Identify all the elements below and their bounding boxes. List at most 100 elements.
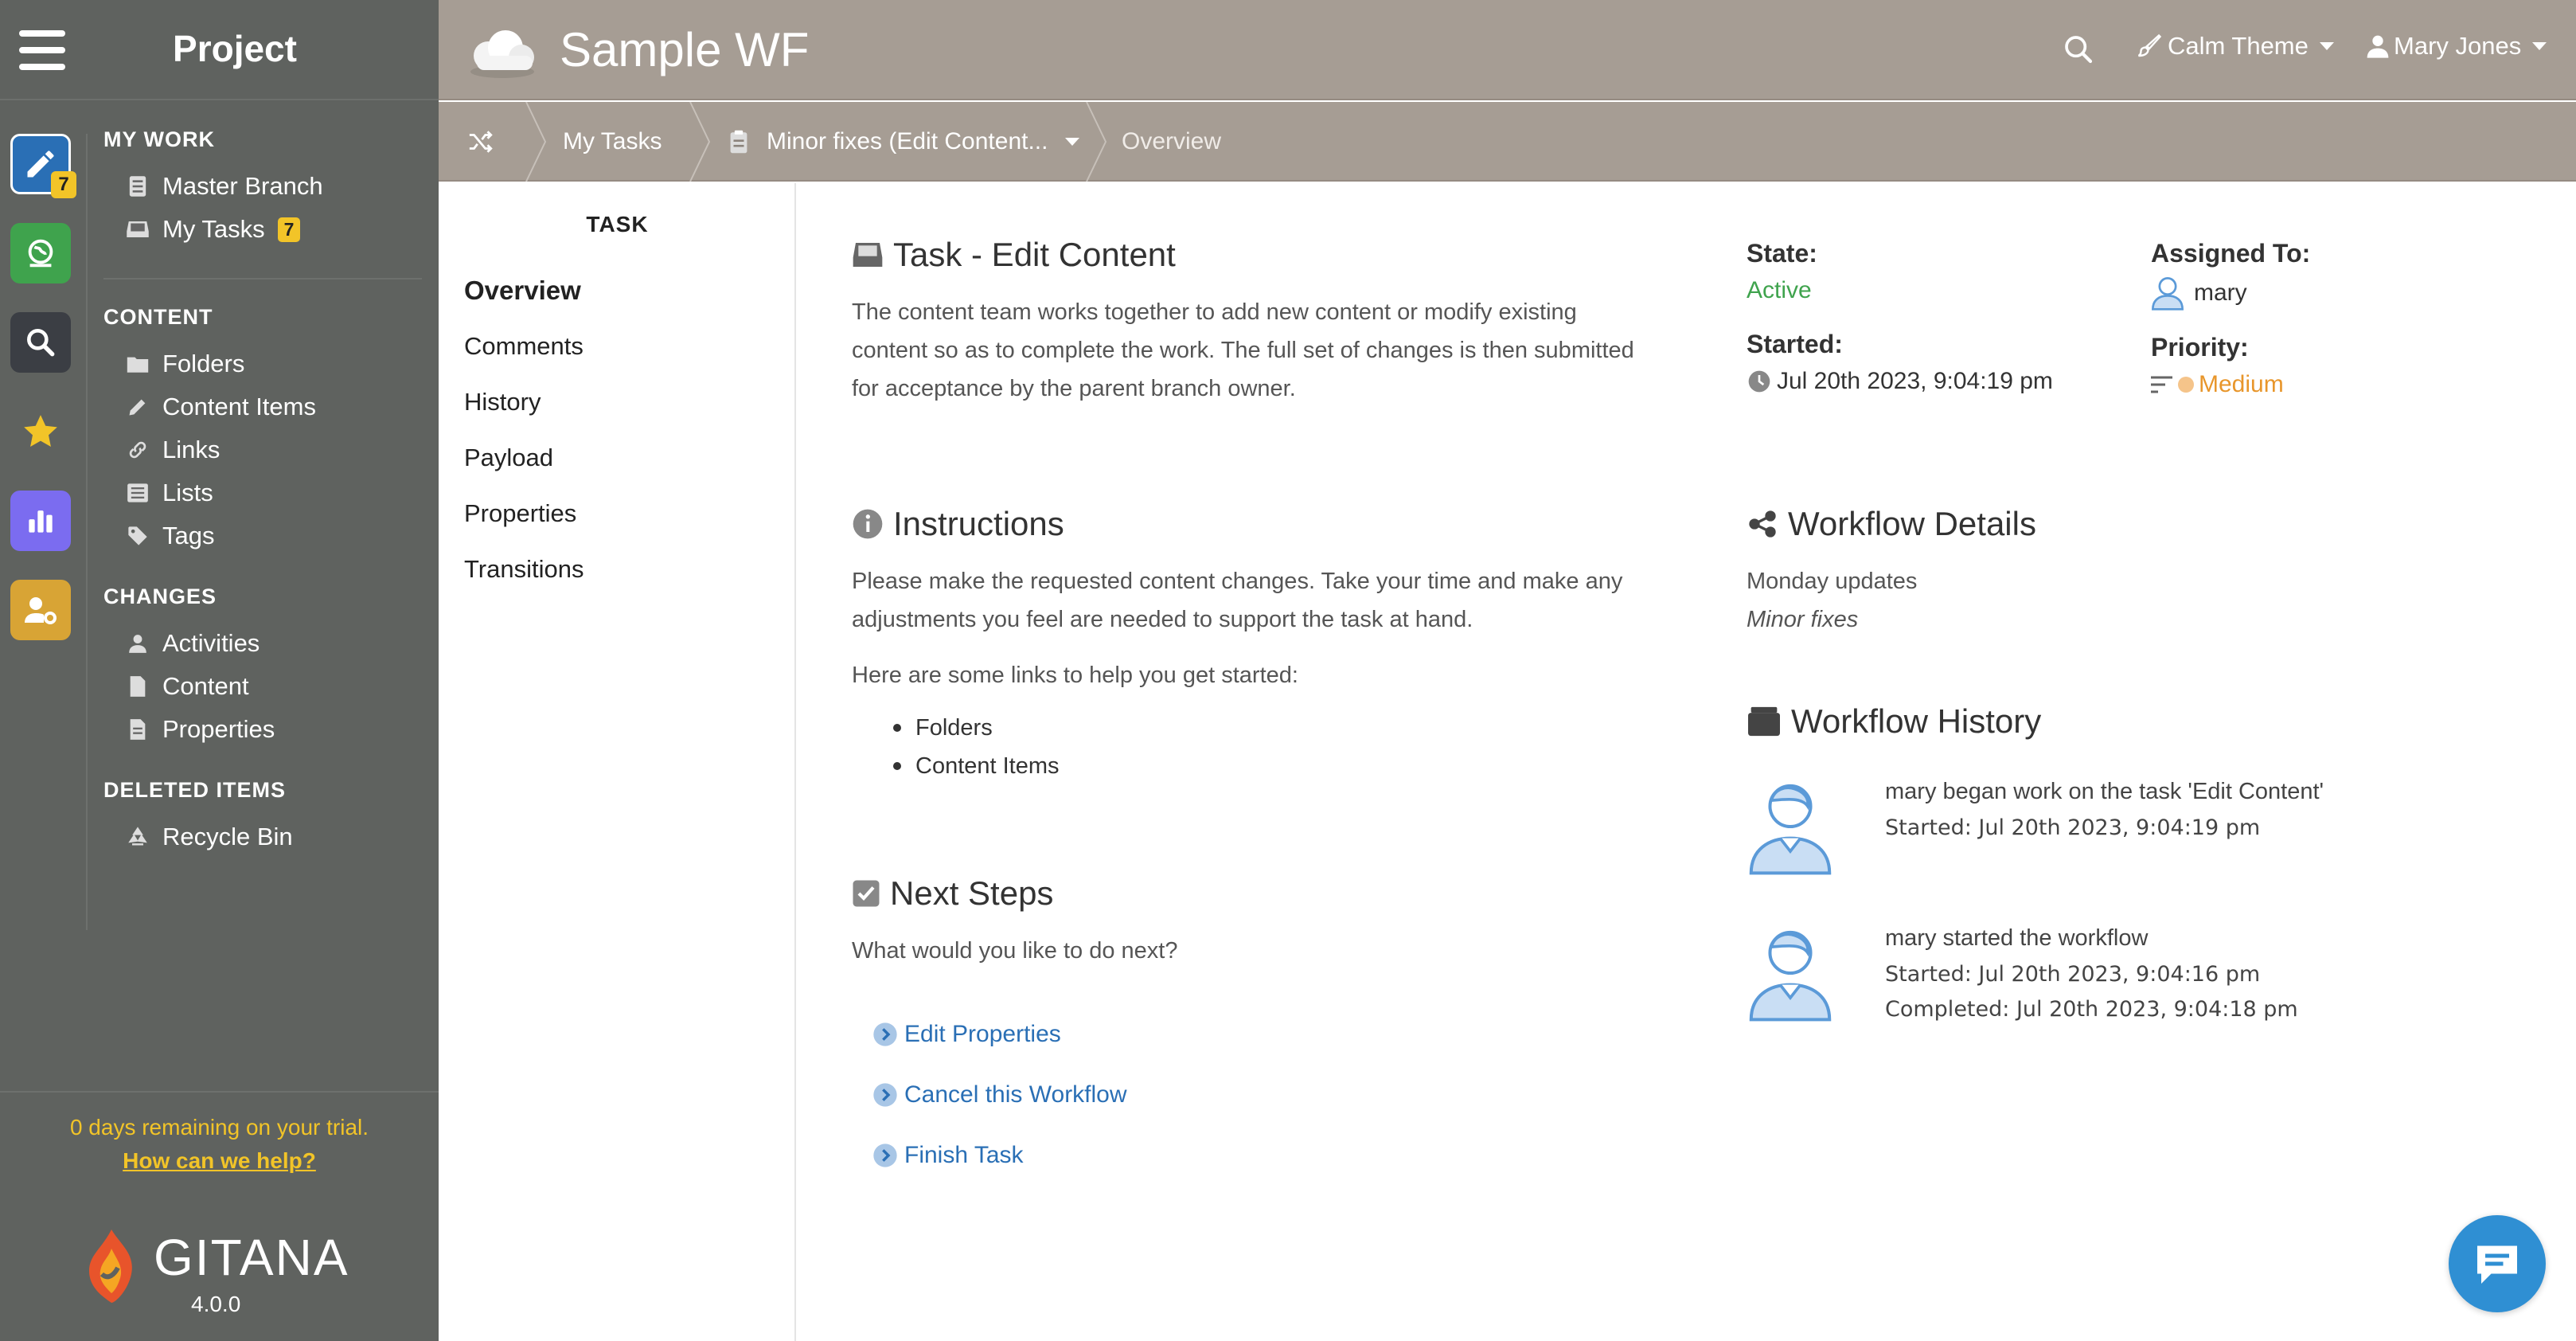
pencil-icon — [124, 393, 151, 420]
breadcrumb-my-tasks[interactable]: My Tasks — [563, 102, 662, 182]
tab-properties[interactable]: Properties — [464, 486, 584, 541]
assigned-value: mary — [2151, 276, 2247, 311]
tab-history[interactable]: History — [464, 374, 584, 430]
rail-search-button[interactable] — [10, 312, 71, 373]
priority-value-text: Medium — [2199, 371, 2284, 397]
nav-item-lists[interactable]: Lists — [103, 471, 422, 514]
gitana-brand: GITANA — [154, 1229, 349, 1286]
nav-item-folders[interactable]: Folders — [103, 342, 422, 385]
task-menu-heading: TASK — [586, 212, 649, 237]
nav-item-label: Properties — [162, 715, 275, 743]
avatar-icon — [1749, 784, 1832, 875]
nav-item-links[interactable]: Links — [103, 428, 422, 471]
workflow-history-title-text: Workflow History — [1791, 702, 2042, 740]
edit-properties-link[interactable]: Edit Properties — [872, 1021, 1061, 1048]
breadcrumb-overview: Overview — [1122, 102, 1221, 182]
hamburger-menu-icon[interactable] — [19, 30, 65, 70]
rail-chart-button[interactable] — [10, 491, 71, 551]
globe-icon — [28, 239, 53, 268]
next-steps-title: Next Steps — [852, 874, 1053, 913]
nav-item-my-tasks[interactable]: My Tasks 7 — [103, 208, 422, 251]
cloud-icon — [470, 30, 534, 78]
nav-item-master-branch[interactable]: Master Branch — [103, 165, 422, 208]
top-header: Sample WF Calm Theme Mary Jones — [439, 0, 2576, 100]
nav-item-recycle-bin[interactable]: Recycle Bin — [103, 815, 422, 858]
task-description-line: content so as to complete the work. The … — [852, 338, 1634, 363]
shuffle-icon — [469, 131, 493, 153]
task-description-line: for acceptance by the parent branch owne… — [852, 376, 1296, 401]
workflow-details-title-text: Workflow Details — [1788, 505, 2036, 542]
tab-payload[interactable]: Payload — [464, 430, 584, 486]
links-intro: Here are some links to help you get star… — [852, 663, 1298, 688]
started-value: Jul 20th 2023, 9:04:19 pm — [1747, 368, 2053, 395]
person-icon — [124, 630, 151, 657]
nav-item-content-changes[interactable]: Content — [103, 665, 422, 708]
breadcrumb: My Tasks Minor fixes (Edit Content... Ov… — [439, 102, 2576, 182]
chevron-down-icon — [2532, 42, 2547, 50]
assigned-value-text: mary — [2194, 280, 2247, 306]
star-icon — [24, 415, 57, 447]
user-name: Mary Jones — [2394, 32, 2522, 60]
task-menu: TASK Overview Comments History Payload P… — [439, 183, 796, 1341]
nav-section-changes: CHANGES Activities Content Properties — [103, 584, 422, 751]
breadcrumb-label: My Tasks — [563, 128, 662, 154]
sidebar-header: Project — [0, 0, 439, 100]
nav-item-tags[interactable]: Tags — [103, 514, 422, 557]
help-link[interactable]: How can we help? — [0, 1148, 439, 1174]
priority-bars-icon — [2151, 376, 2172, 393]
nav-item-content-items[interactable]: Content Items — [103, 385, 422, 428]
priority-value: Medium — [2151, 371, 2284, 398]
assigned-label: Assigned To: — [2151, 239, 2311, 268]
nav-item-properties-changes[interactable]: Properties — [103, 708, 422, 751]
inbox-icon — [124, 216, 151, 243]
chat-button[interactable] — [2449, 1215, 2546, 1312]
instructions-title-text: Instructions — [893, 505, 1064, 542]
user-icon — [2367, 35, 2389, 58]
workflow-details-title: Workflow Details — [1747, 505, 2036, 543]
shuffle-button[interactable] — [466, 102, 496, 182]
help-link-content-items[interactable]: Content Items — [852, 747, 1060, 785]
theme-dropdown[interactable]: Calm Theme — [2134, 32, 2334, 61]
chat-icon — [2477, 1245, 2517, 1284]
finish-task-link[interactable]: Finish Task — [872, 1142, 1024, 1169]
tab-transitions[interactable]: Transitions — [464, 541, 584, 597]
gitana-logo-icon — [89, 1230, 132, 1303]
nav-item-label: Content Items — [162, 393, 316, 420]
tab-overview[interactable]: Overview — [464, 263, 584, 319]
rail-globe-button[interactable] — [10, 223, 71, 283]
nav-heading: DELETED ITEMS — [103, 778, 287, 802]
rail-edit-button[interactable]: 7 — [10, 134, 76, 198]
history-entry-started: Started: Jul 20th 2023, 9:04:16 pm — [1885, 962, 2261, 987]
file-icon — [124, 673, 151, 700]
user-dropdown[interactable]: Mary Jones — [2365, 32, 2547, 61]
rail-star-button[interactable] — [10, 401, 71, 462]
rail-admin-button[interactable] — [10, 580, 71, 640]
nav-heading: CHANGES — [103, 584, 217, 608]
nav-item-label: Content — [162, 672, 249, 700]
search-icon[interactable] — [2063, 33, 2094, 65]
instructions-text: Please make the requested content change… — [852, 562, 1622, 639]
nav-section-content: CONTENT Folders Content Items Links List… — [103, 305, 422, 557]
share-nodes-icon — [1747, 508, 1778, 540]
cancel-workflow-link[interactable]: Cancel this Workflow — [872, 1081, 1127, 1108]
task-menu-list: Overview Comments History Payload Proper… — [464, 263, 584, 597]
breadcrumb-separator-icon — [1086, 102, 1107, 182]
archive-icon — [1747, 706, 1782, 737]
nav-section-deleted: DELETED ITEMS Recycle Bin — [103, 778, 422, 858]
workflow-history-title: Workflow History — [1747, 702, 2041, 741]
help-link-folders[interactable]: Folders — [852, 709, 1060, 747]
trial-notice: 0 days remaining on your trial. — [69, 1115, 369, 1140]
edit-properties-label: Edit Properties — [904, 1021, 1061, 1047]
nav-item-activities[interactable]: Activities — [103, 622, 422, 665]
my-tasks-badge: 7 — [277, 217, 301, 242]
branch-icon — [124, 173, 151, 200]
task-description: The content team works together to add n… — [852, 293, 1634, 408]
avatar-icon — [1749, 930, 1832, 1022]
brush-icon — [2137, 33, 2162, 57]
task-title-text: Task - Edit Content — [893, 236, 1176, 273]
breadcrumb-task[interactable]: Minor fixes (Edit Content... — [728, 102, 1080, 182]
history-entry-completed: Completed: Jul 20th 2023, 9:04:18 pm — [1885, 997, 2298, 1022]
breadcrumb-separator-icon — [689, 102, 711, 182]
main-content: Task - Edit Content The content team wor… — [798, 183, 2576, 1341]
tab-comments[interactable]: Comments — [464, 319, 584, 374]
